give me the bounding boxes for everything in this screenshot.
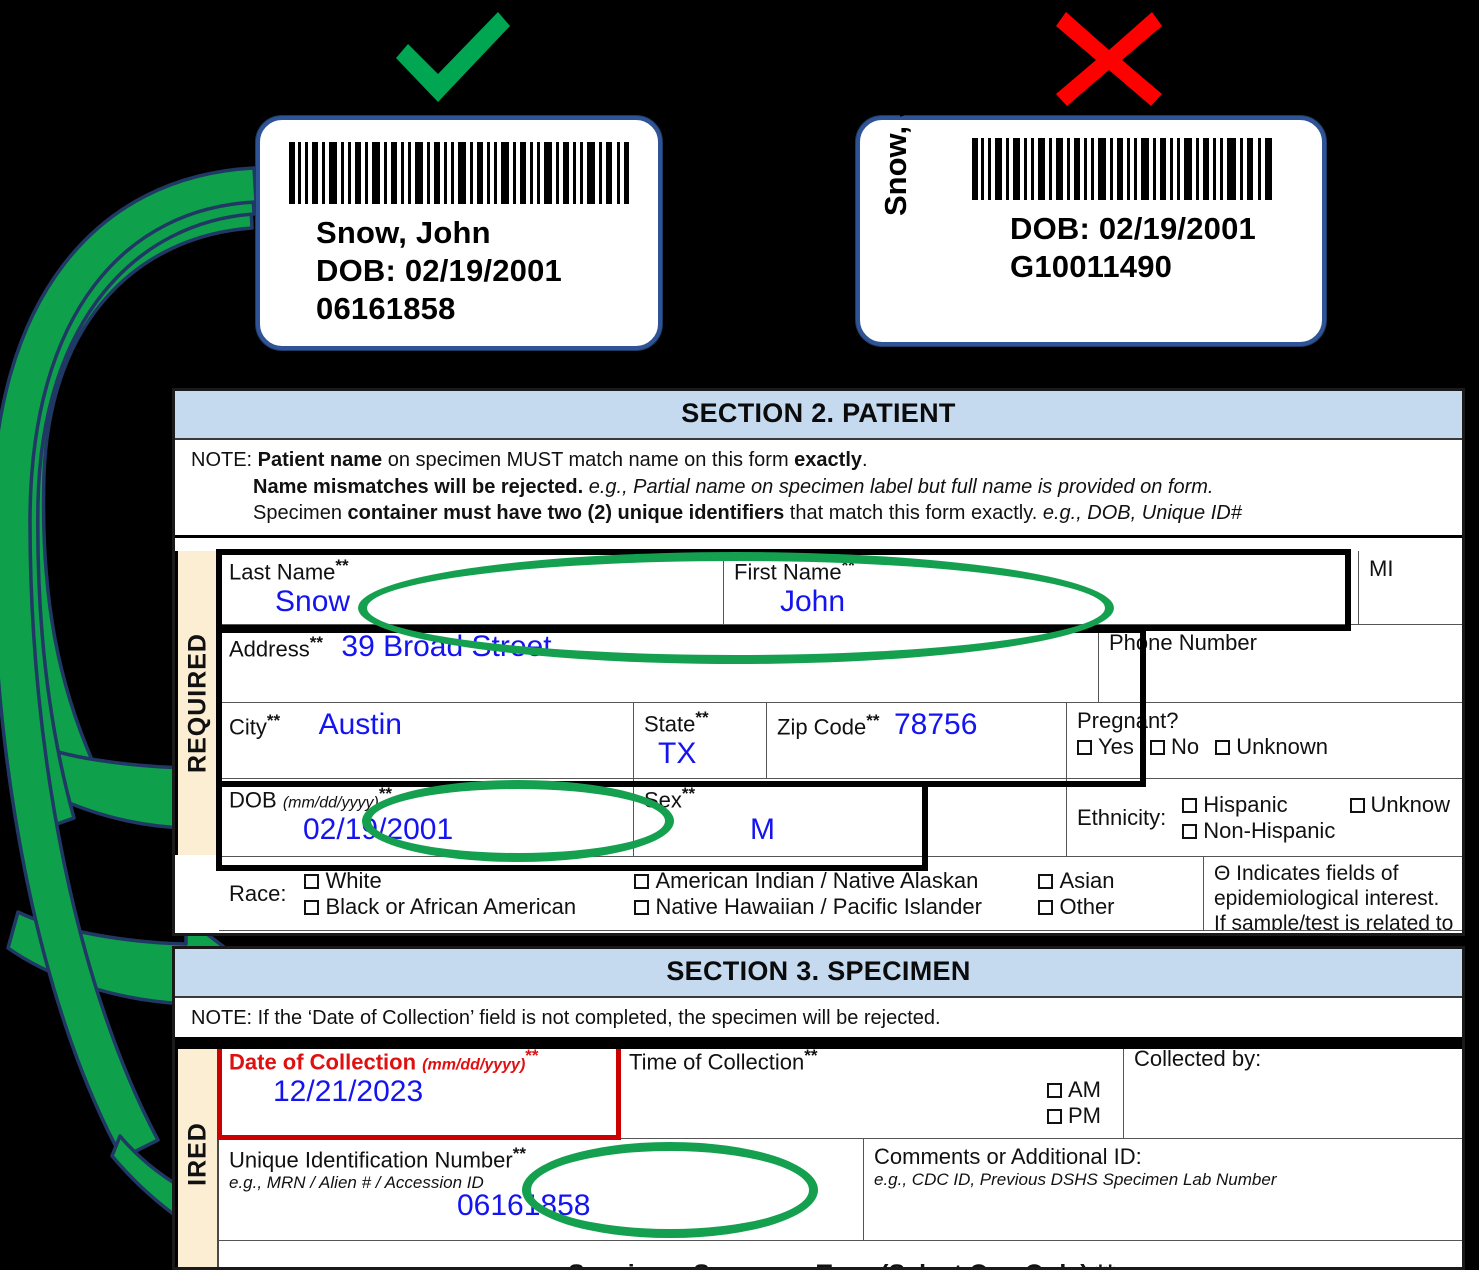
- checkbox-race-black[interactable]: [304, 900, 320, 915]
- label-patient-id: 06161858: [316, 291, 456, 327]
- check-icon: [396, 12, 510, 102]
- row-specimen-source: Specimen Source or Type (Select One Only…: [219, 1241, 1462, 1267]
- cell-time-of-collection[interactable]: Time of Collection** AM PM: [619, 1041, 1124, 1138]
- row-collection: Date of Collection (mm/dd/yyyy)** 12/21/…: [217, 1039, 1462, 1140]
- city-value: Austin: [318, 708, 402, 741]
- cell-unique-id[interactable]: Unique Identification Number** e.g., MRN…: [219, 1139, 864, 1240]
- cell-zip[interactable]: Zip Code** 78756: [767, 703, 1067, 778]
- label-patient-name: Snow, John: [316, 215, 491, 250]
- checkbox-race-native-hawaiian[interactable]: [634, 900, 650, 915]
- checkbox-race-white[interactable]: [304, 874, 320, 889]
- state-value: TX: [658, 737, 697, 771]
- specimen-label-incorrect: Snow, J DOB: 02/19/2001 G10011490: [856, 100, 1326, 346]
- row-dob-sex-ethnicity: DOB (mm/dd/yyyy)** 02/19/2001 Sex** M Et…: [219, 779, 1462, 857]
- barcode-icon: [289, 142, 629, 204]
- section3-title: SECTION 3. SPECIMEN: [175, 949, 1462, 998]
- cell-city[interactable]: City** Austin: [219, 703, 634, 778]
- label-patient-dob: DOB: 02/19/2001: [1010, 211, 1256, 246]
- checkbox-pregnant-unknown[interactable]: [1215, 740, 1231, 755]
- unique-id-value: 06161858: [457, 1189, 591, 1223]
- cell-address[interactable]: Address** 39 Broad Street: [219, 625, 1099, 702]
- checkbox-race-other[interactable]: [1038, 900, 1054, 915]
- sex-value: M: [750, 813, 775, 847]
- checkbox-pregnant-yes[interactable]: [1077, 740, 1092, 755]
- row-unique-id: Unique Identification Number** e.g., MRN…: [219, 1139, 1462, 1241]
- cell-state[interactable]: State** TX: [634, 703, 767, 778]
- section2-notes: NOTE: Patient name on specimen MUST matc…: [175, 440, 1462, 538]
- section2-title: SECTION 2. PATIENT: [175, 391, 1462, 440]
- row-city-state-zip: City** Austin State** TX Zip Code** 7875…: [219, 703, 1462, 779]
- form-section-3-specimen: SECTION 3. SPECIMEN NOTE: If the ‘Date o…: [172, 946, 1465, 1270]
- row-clipped: [219, 931, 1462, 933]
- ethnicity-label: Ethnicity:: [1077, 805, 1167, 830]
- cell-pregnant[interactable]: Pregnant? Yes No Unknown: [1067, 703, 1462, 778]
- specimen-label-correct: Snow, John DOB: 02/19/2001 06161858: [256, 116, 662, 350]
- checkbox-pregnant-no[interactable]: [1150, 740, 1166, 755]
- checkbox-hispanic[interactable]: [1182, 798, 1198, 813]
- comments-hint: e.g., CDC ID, Previous DSHS Specimen Lab…: [874, 1170, 1277, 1189]
- row-race: Race: White American Indian / Native Ala…: [219, 857, 1462, 931]
- label-patient-dob: DOB: 02/19/2001: [316, 253, 562, 289]
- row-names: Last Name** Snow First Name** John MI: [219, 551, 1462, 625]
- cell-first-name[interactable]: First Name** John: [724, 551, 1359, 624]
- note-line-3: Specimen container must have two (2) uni…: [253, 502, 1242, 525]
- pregnant-options: Yes No Unknown: [1077, 734, 1454, 760]
- cell-date-of-collection[interactable]: Date of Collection (mm/dd/yyyy)** 12/21/…: [217, 1039, 621, 1140]
- required-strip-section2: REQUIRED: [175, 551, 219, 855]
- date-of-collection-value: 12/21/2023: [273, 1075, 424, 1109]
- section2-field-grid: Last Name** Snow First Name** John MI Ad…: [219, 551, 1462, 933]
- required-strip-section3: IRED: [175, 1041, 219, 1267]
- cell-phone[interactable]: Phone Number: [1099, 625, 1462, 702]
- checkbox-am[interactable]: [1047, 1083, 1062, 1099]
- cell-last-name[interactable]: Last Name** Snow: [219, 551, 724, 624]
- cell-race[interactable]: Race: White American Indian / Native Ala…: [219, 857, 1204, 930]
- cell-specimen-source: Specimen Source or Type (Select One Only…: [219, 1241, 1462, 1267]
- note-line-1: NOTE: Patient name on specimen MUST matc…: [191, 449, 868, 471]
- checkbox-ethnicity-unknown[interactable]: [1349, 798, 1365, 813]
- address-value: 39 Broad Street: [341, 630, 552, 663]
- row-address: Address** 39 Broad Street Phone Number: [219, 625, 1462, 703]
- race-label: Race:: [229, 881, 287, 906]
- cell-mi[interactable]: MI: [1359, 551, 1462, 624]
- cell-ethnicity[interactable]: Ethnicity: Hispanic Unknow Non-Hispanic: [1067, 779, 1462, 856]
- barcode-icon: [972, 138, 1272, 200]
- cell-dob[interactable]: DOB (mm/dd/yyyy)** 02/19/2001: [219, 779, 634, 856]
- form-section-2-patient: SECTION 2. PATIENT NOTE: Patient name on…: [172, 388, 1465, 936]
- section3-note: NOTE: If the ‘Date of Collection’ field …: [175, 998, 1462, 1043]
- last-name-value: Snow: [275, 585, 351, 619]
- checkbox-race-american-indian[interactable]: [634, 874, 650, 889]
- checkbox-non-hispanic[interactable]: [1182, 824, 1198, 839]
- section3-field-grid: Date of Collection (mm/dd/yyyy)** 12/21/…: [217, 1039, 1462, 1267]
- dob-value: 02/19/2001: [303, 813, 454, 847]
- first-name-value: John: [780, 585, 846, 619]
- specimen-source-label: Specimen Source or Type (Select One Only…: [229, 1260, 1454, 1267]
- cell-epi-note: Θ Indicates fields of epidemiological in…: [1214, 862, 1454, 930]
- zip-value: 78756: [893, 708, 978, 741]
- checkbox-race-asian[interactable]: [1038, 874, 1054, 889]
- label-patient-name-rotated: Snow, J: [878, 100, 913, 216]
- cell-collected-by[interactable]: Collected by:: [1124, 1041, 1462, 1138]
- x-icon: [1056, 12, 1162, 106]
- label-patient-id: G10011490: [1010, 249, 1173, 285]
- cell-sex[interactable]: Sex** M: [634, 779, 1067, 856]
- note-line-2: Name mismatches will be rejected. e.g., …: [253, 475, 1214, 498]
- checkbox-pm[interactable]: [1047, 1109, 1062, 1125]
- cell-comments[interactable]: Comments or Additional ID: e.g., CDC ID,…: [864, 1139, 1462, 1240]
